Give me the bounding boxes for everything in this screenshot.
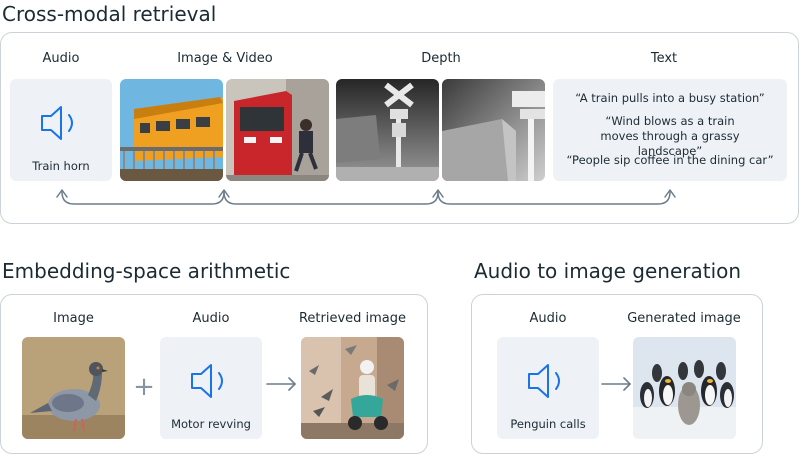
yellow-train-image — [120, 79, 223, 181]
motor-revving-caption: Motor revving — [171, 417, 251, 431]
train-horn-caption: Train horn — [32, 159, 90, 173]
penguin-calls-audio-card: Penguin calls — [497, 337, 599, 439]
speaker-icon — [527, 361, 571, 405]
arrow-right-icon — [601, 377, 631, 391]
quote-busy-station: “A train pulls into a busy station” — [575, 91, 765, 105]
arrow-right-icon — [266, 377, 296, 391]
cross-modal-connector-arrows — [56, 189, 676, 205]
plus-icon: + — [133, 372, 155, 402]
depth-map-train — [442, 79, 545, 181]
cross-modal-text-label: Text — [650, 51, 678, 66]
generation-title: Audio to image generation — [474, 259, 742, 283]
pigeon-image — [22, 337, 125, 439]
arithmetic-image-label: Image — [53, 311, 94, 326]
quote-dining-car: “People sip coffee in the dining car” — [566, 153, 774, 167]
retrieved-scooter-image — [301, 337, 404, 439]
cross-modal-depth-label: Depth — [421, 51, 461, 66]
penguin-calls-caption: Penguin calls — [510, 417, 586, 431]
speaker-icon — [190, 361, 234, 405]
cross-modal-image-video-label: Image & Video — [177, 51, 273, 66]
red-train-image — [226, 79, 329, 181]
text-quotes-card: “A train pulls into a busy station” “Win… — [553, 79, 787, 181]
generation-generated-label: Generated image — [627, 311, 741, 326]
speaker-icon — [40, 103, 84, 147]
arithmetic-title: Embedding-space arithmetic — [2, 259, 291, 283]
train-horn-audio-card: Train horn — [10, 79, 112, 181]
arithmetic-audio-label: Audio — [192, 311, 230, 326]
arithmetic-retrieved-label: Retrieved image — [298, 311, 407, 326]
generation-audio-label: Audio — [529, 311, 567, 326]
depth-map-crossing — [336, 79, 439, 181]
generated-penguins-image — [633, 337, 736, 439]
motor-revving-audio-card: Motor revving — [160, 337, 262, 439]
cross-modal-title: Cross-modal retrieval — [2, 2, 217, 26]
cross-modal-audio-label: Audio — [42, 51, 80, 66]
